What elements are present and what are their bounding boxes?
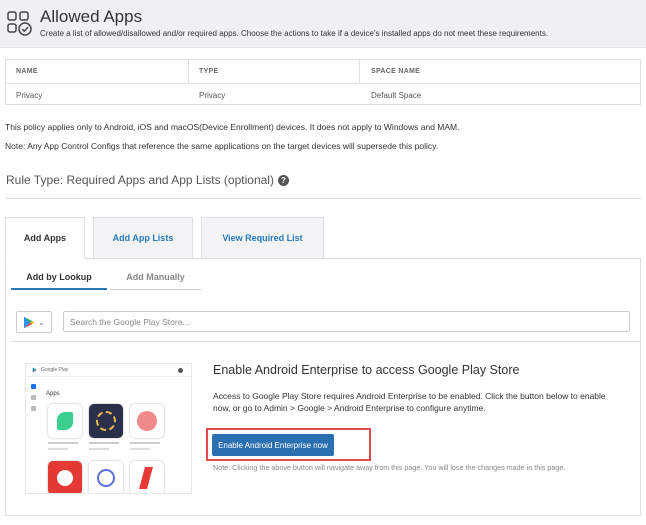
column-header-space-name[interactable]: SPACE NAME — [371, 68, 420, 75]
enterprise-description: Access to Google Play Store requires And… — [213, 391, 606, 413]
rule-type-label: Rule Type: Required Apps and App Lists (… — [6, 173, 274, 187]
google-play-preview-image: Google Play Apps — [25, 363, 192, 494]
tab-add-apps[interactable]: Add Apps — [5, 217, 85, 259]
preview-app-card — [130, 404, 164, 438]
preview-app-card — [89, 461, 123, 493]
preview-sidebar — [31, 384, 37, 424]
google-play-icon — [24, 316, 35, 328]
enterprise-title: Enable Android Enterprise to access Goog… — [213, 363, 520, 377]
column-header-name[interactable]: NAME — [16, 68, 38, 75]
chevron-down-icon: ⌄ — [38, 317, 45, 327]
tab-add-app-lists[interactable]: Add App Lists — [93, 217, 193, 259]
store-selector[interactable]: ⌄ — [16, 311, 52, 333]
page-subtitle: Create a list of allowed/disallowed and/… — [40, 29, 549, 38]
preview-menu-icon — [178, 368, 183, 373]
page-title: Allowed Apps — [40, 7, 143, 26]
google-play-icon — [32, 367, 37, 373]
help-icon[interactable]: ? — [277, 174, 289, 186]
tab-view-required-list[interactable]: View Required List — [201, 217, 324, 259]
divider — [5, 198, 641, 199]
assignment-table: NAME TYPE SPACE NAME Privacy Privacy Def… — [5, 59, 641, 105]
column-header-type[interactable]: TYPE — [199, 68, 218, 75]
rule-type-heading: Rule Type: Required Apps and App Lists (… — [6, 173, 289, 187]
preview-app-card — [89, 404, 123, 438]
preview-app-card — [130, 461, 164, 493]
preview-app-card — [48, 461, 82, 493]
apps-check-icon — [7, 11, 32, 36]
search-input[interactable] — [63, 311, 630, 332]
supersede-note: Note: Any App Control Configs that refer… — [5, 141, 439, 151]
enable-android-enterprise-button[interactable]: Enable Android Enterprise now — [212, 434, 334, 456]
preview-topbar: Google Play — [26, 364, 191, 377]
enterprise-note: Note: Clicking the above button will nav… — [213, 463, 566, 472]
table-header: NAME TYPE SPACE NAME — [6, 60, 640, 84]
table-cell-space-name: Default Space — [371, 91, 422, 100]
subtab-add-manually[interactable]: Add Manually — [110, 268, 201, 290]
table-cell-name: Privacy — [16, 91, 43, 100]
page-header: Allowed Apps Create a list of allowed/di… — [0, 0, 646, 48]
table-cell-type: Privacy — [199, 91, 226, 100]
preview-section-title: Apps — [46, 391, 60, 397]
platform-note: This policy applies only to Android, iOS… — [5, 122, 460, 132]
subtab-add-by-lookup[interactable]: Add by Lookup — [11, 268, 107, 290]
preview-app-card — [48, 404, 82, 438]
preview-brand: Google Play — [41, 367, 69, 373]
